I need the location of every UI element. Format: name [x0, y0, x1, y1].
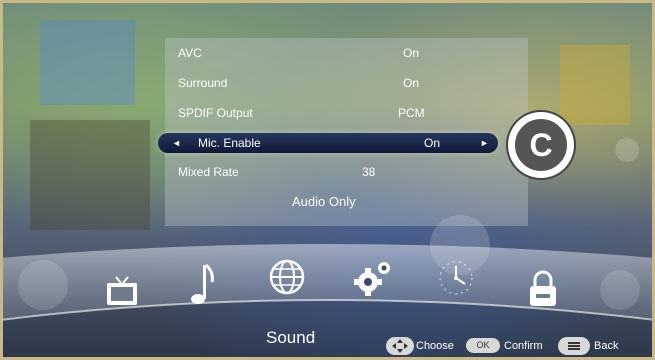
- screen-frame: [0, 0, 655, 360]
- tv-screen: AVC On Surround On SPDIF Output PCM ◄ Mi…: [0, 0, 655, 360]
